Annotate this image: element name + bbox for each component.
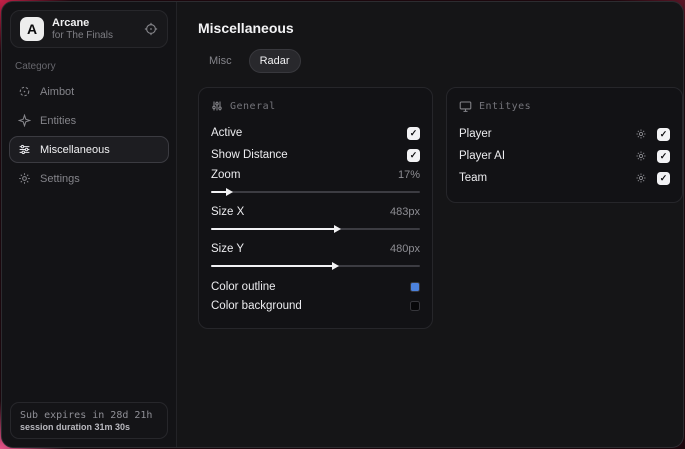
toggle-label: Show Distance	[211, 149, 288, 161]
entity-label: Player	[459, 128, 492, 140]
color-outline-swatch[interactable]	[410, 281, 420, 292]
sliders-icon	[18, 143, 31, 156]
tab-bar: Misc Radar	[198, 49, 683, 73]
entity-row-player: Player ✓	[459, 123, 670, 145]
entity-row-team: Team ✓	[459, 167, 670, 189]
slider-value: 480px	[390, 243, 420, 255]
category-label: Category	[15, 61, 56, 72]
color-label: Color background	[211, 299, 302, 312]
sidebar-item-miscellaneous[interactable]: Miscellaneous	[9, 136, 169, 163]
color-label: Color outline	[211, 280, 276, 293]
slider-row-zoom: Zoom 17%	[211, 166, 420, 184]
checkbox-team[interactable]: ✓	[657, 171, 670, 185]
sidebar-item-label: Miscellaneous	[40, 143, 110, 156]
gear-icon[interactable]	[635, 150, 647, 162]
color-row-outline: Color outline	[211, 277, 420, 296]
zoom-slider[interactable]	[211, 187, 420, 197]
subscription-box: Sub expires in 28d 21h session duration …	[10, 402, 168, 439]
toggle-label: Active	[211, 127, 243, 139]
color-row-background: Color background	[211, 296, 420, 315]
panel-title: General	[230, 100, 276, 112]
slider-track	[211, 191, 420, 193]
main-content: Miscellaneous Misc Radar General Active …	[177, 2, 683, 447]
panels: General Active ✓ Show Distance ✓ Zoom 17…	[198, 87, 683, 329]
page-title: Miscellaneous	[198, 20, 294, 36]
size-x-slider[interactable]	[211, 224, 420, 234]
toggle-row-active: Active ✓	[211, 122, 420, 144]
app-header-card: A Arcane for The Finals	[10, 10, 168, 48]
entity-label: Player AI	[459, 150, 506, 162]
slider-value: 483px	[390, 206, 420, 218]
slider-label: Size Y	[211, 243, 245, 255]
app-titles: Arcane for The Finals	[52, 17, 136, 41]
entities-icon	[18, 114, 31, 127]
panel-entities-header: Entityes	[459, 100, 670, 113]
slider-fill	[211, 228, 337, 230]
slider-label: Zoom	[211, 169, 241, 181]
slider-thumb[interactable]	[332, 262, 340, 270]
crosshair-icon	[18, 85, 31, 98]
checkbox-player-ai[interactable]: ✓	[657, 149, 670, 163]
panel-general: General Active ✓ Show Distance ✓ Zoom 17…	[198, 87, 433, 329]
checkbox-active[interactable]: ✓	[407, 126, 420, 140]
gear-icon	[18, 172, 31, 185]
slider-label: Size X	[211, 206, 245, 218]
entity-row-player-ai: Player AI ✓	[459, 145, 670, 167]
panel-entities: Entityes Player ✓ Player AI ✓ Team ✓	[446, 87, 683, 203]
sidebar-item-label: Aimbot	[40, 85, 75, 98]
app-subtitle: for The Finals	[52, 29, 113, 41]
tab-radar[interactable]: Radar	[248, 49, 301, 73]
slider-value: 17%	[397, 169, 420, 181]
slider-row-size-y: Size Y 480px	[211, 240, 420, 258]
sidebar: A Arcane for The Finals Category Aimbot …	[2, 2, 177, 447]
slider-thumb[interactable]	[334, 225, 342, 233]
session-duration-text: session duration 31m 30s	[20, 421, 131, 432]
slider-fill	[211, 265, 335, 267]
panel-general-header: General	[211, 100, 420, 112]
monitor-icon	[459, 100, 472, 113]
checkbox-player[interactable]: ✓	[657, 127, 670, 141]
sidebar-item-label: Entities	[40, 114, 77, 127]
sidebar-item-settings[interactable]: Settings	[9, 165, 169, 192]
app-window: A Arcane for The Finals Category Aimbot …	[1, 1, 684, 448]
entity-label: Team	[459, 172, 488, 184]
slider-row-size-x: Size X 483px	[211, 203, 420, 221]
sidebar-item-entities[interactable]: Entities	[9, 107, 169, 134]
target-icon[interactable]	[144, 22, 158, 36]
sub-expiry-text: Sub expires in 28d 21h	[20, 409, 153, 421]
toggle-row-show-distance: Show Distance ✓	[211, 144, 420, 166]
slider-thumb[interactable]	[225, 188, 233, 196]
sidebar-nav: Aimbot Entities Miscellaneous Settings	[2, 78, 176, 192]
app-name: Arcane	[52, 16, 90, 29]
gear-icon[interactable]	[635, 128, 647, 140]
app-logo: A	[20, 17, 44, 41]
sliders-small-icon	[211, 100, 223, 112]
sidebar-item-label: Settings	[40, 172, 80, 185]
color-background-swatch[interactable]	[410, 300, 420, 311]
size-y-slider[interactable]	[211, 261, 420, 271]
sidebar-item-aimbot[interactable]: Aimbot	[9, 78, 169, 105]
gear-icon[interactable]	[635, 172, 647, 184]
panel-title: Entityes	[479, 101, 532, 112]
checkbox-show-distance[interactable]: ✓	[407, 148, 420, 162]
tab-misc[interactable]: Misc	[198, 49, 243, 73]
